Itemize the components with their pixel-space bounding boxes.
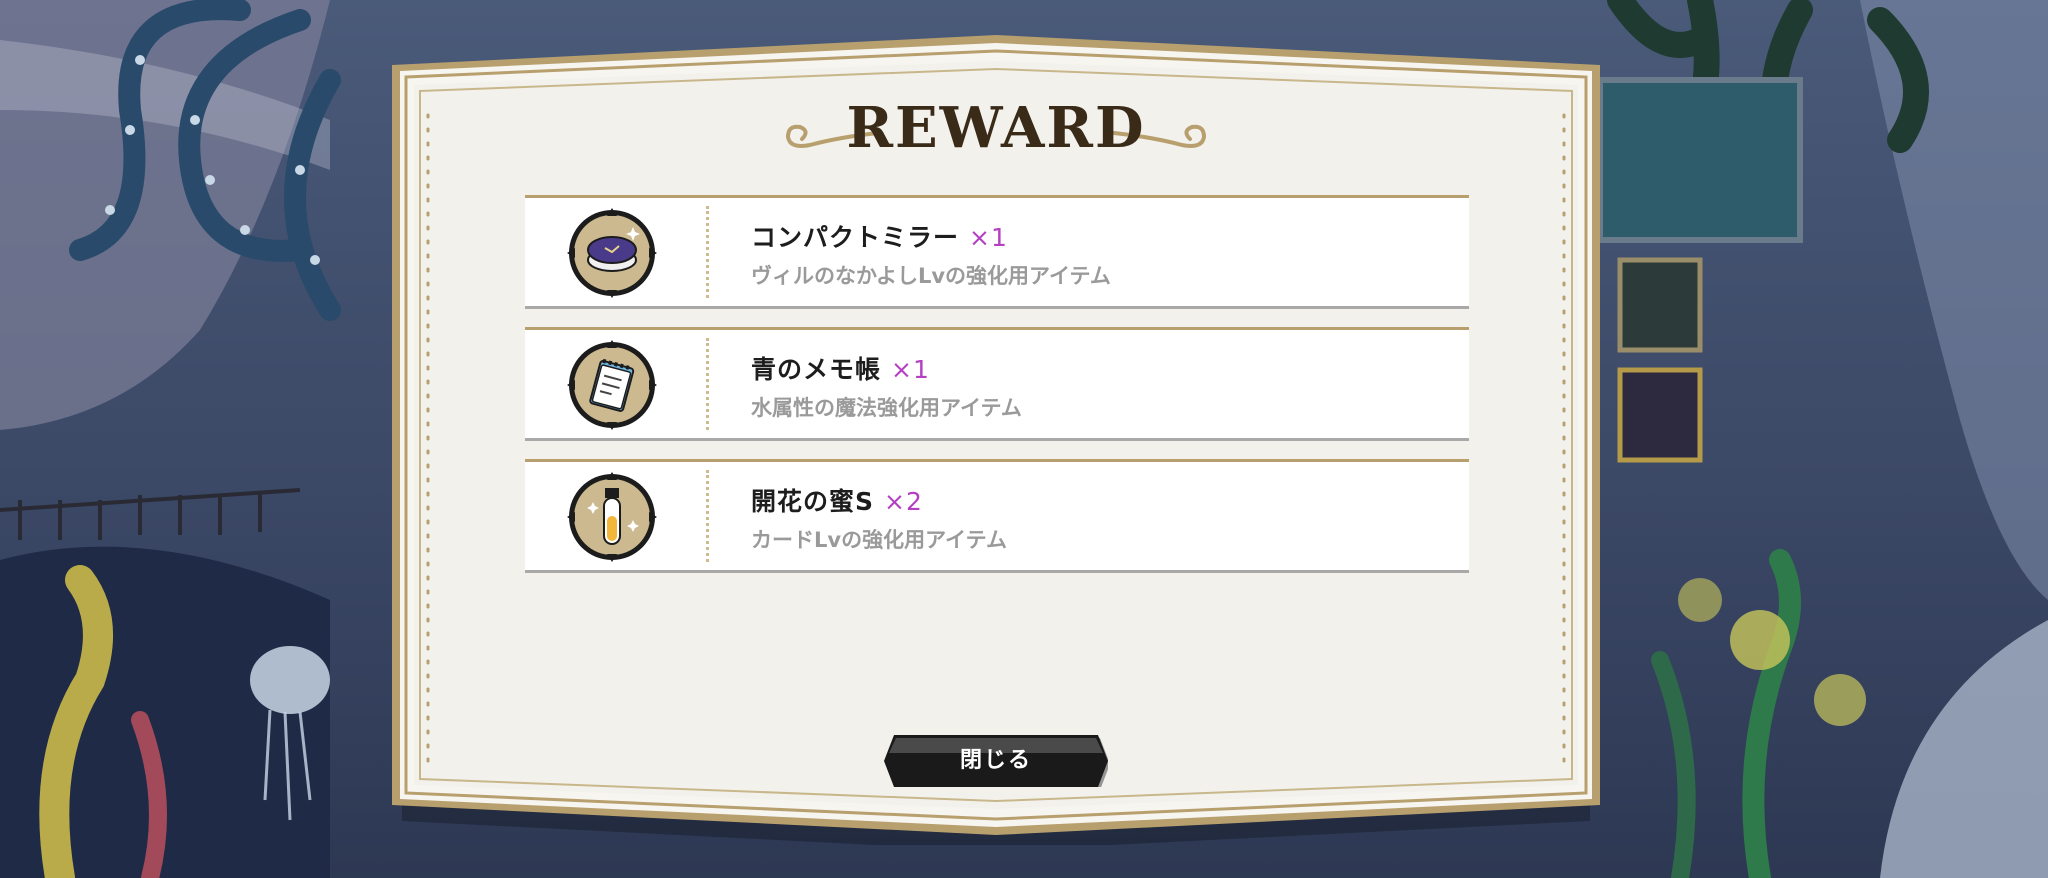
row-divider (706, 206, 709, 298)
dialog-title: REWARD (846, 95, 1146, 161)
reward-description: カードLvの強化用アイテム (751, 528, 1007, 552)
reward-item: 青のメモ帳 ×1 水属性の魔法強化用アイテム (525, 327, 1469, 441)
reward-name: 開花の蜜S (751, 487, 875, 516)
blue-notebook-icon (567, 340, 657, 430)
reward-quantity: ×2 (884, 487, 923, 516)
reward-quantity: ×1 (969, 223, 1008, 252)
compact-mirror-icon (567, 208, 657, 298)
close-button-label: 閉じる (959, 748, 1032, 773)
row-divider (706, 470, 709, 562)
reward-item: コンパクトミラー ×1 ヴィルのなかよしLvの強化用アイテム (525, 195, 1469, 309)
reward-dialog: REWARD コンパクトミラー ×1 ヴィルのなかよしLvの強化用アイテム 青の… (392, 35, 1600, 845)
reward-item: 開花の蜜S ×2 カードLvの強化用アイテム (525, 459, 1469, 573)
reward-list: コンパクトミラー ×1 ヴィルのなかよしLvの強化用アイテム 青のメモ帳 ×1 (525, 195, 1469, 591)
row-divider (706, 338, 709, 430)
reward-name: 青のメモ帳 (751, 355, 882, 384)
close-button[interactable]: 閉じる (884, 735, 1108, 787)
reward-description: ヴィルのなかよしLvの強化用アイテム (751, 264, 1111, 288)
reward-description: 水属性の魔法強化用アイテム (751, 396, 1022, 420)
reward-quantity: ×1 (891, 355, 930, 384)
reward-name: コンパクトミラー (751, 223, 960, 252)
bloom-nectar-vial-icon (567, 472, 657, 562)
